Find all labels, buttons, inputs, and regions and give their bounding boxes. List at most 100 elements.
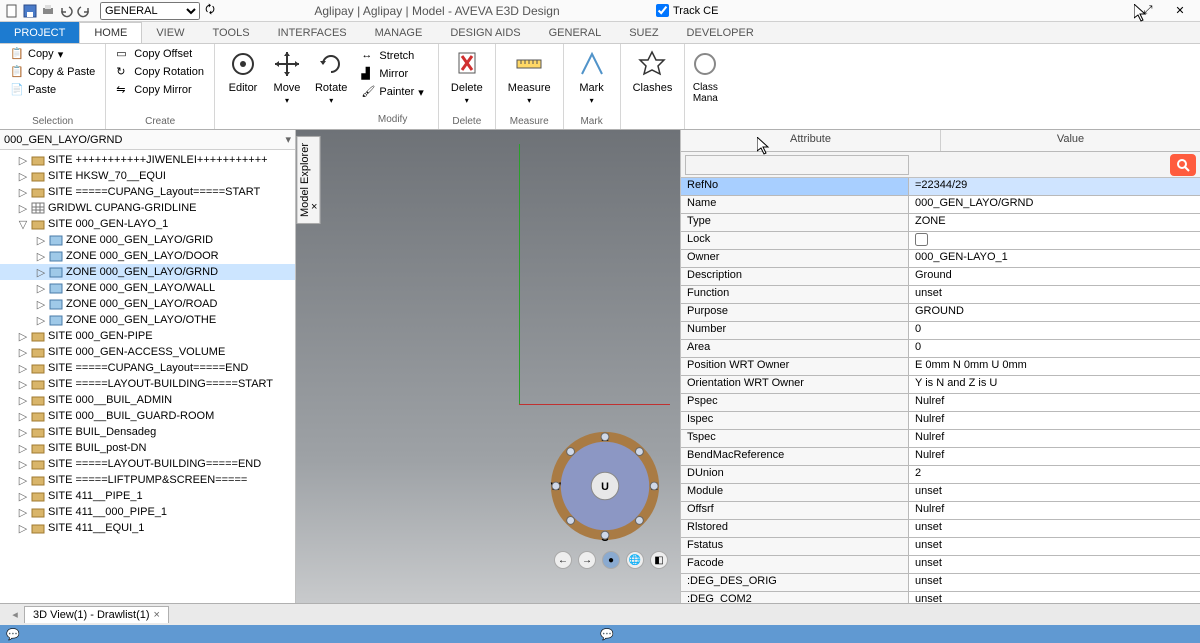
tab-3d-view[interactable]: 3D View(1) - Drawlist(1) × — [24, 606, 169, 623]
property-row[interactable]: Functionunset — [681, 286, 1200, 304]
copy-mirror-button[interactable]: ⇋Copy Mirror — [112, 82, 208, 98]
property-row[interactable]: TypeZONE — [681, 214, 1200, 232]
property-val[interactable]: E 0mm N 0mm U 0mm — [909, 358, 1200, 375]
breadcrumb-input[interactable] — [4, 134, 285, 146]
tree-node[interactable]: ▷SITE +++++++++++JIWENLEI+++++++++++ — [0, 152, 295, 168]
property-val[interactable]: unset — [909, 538, 1200, 555]
tree-expander-icon[interactable]: ▽ — [16, 218, 30, 231]
property-val[interactable]: 0 — [909, 340, 1200, 357]
tree-node[interactable]: ▷SITE 411__EQUI_1 — [0, 520, 295, 536]
property-row[interactable]: Owner000_GEN-LAYO_1 — [681, 250, 1200, 268]
tree-node[interactable]: ▷SITE 000__BUIL_GUARD-ROOM — [0, 408, 295, 424]
tree-expander-icon[interactable]: ▷ — [34, 282, 48, 295]
close-window-icon[interactable]: ✕ — [1168, 3, 1192, 19]
tree-node[interactable]: ▷SITE BUIL_Densadeg — [0, 424, 295, 440]
property-val[interactable]: =22344/29 — [909, 178, 1200, 195]
tabs-prev-icon[interactable]: ◂ — [6, 608, 24, 621]
tree-node[interactable]: ▷GRIDWL CUPANG-GRIDLINE — [0, 200, 295, 216]
tree-node[interactable]: ▷ZONE 000_GEN_LAYO/GRND — [0, 264, 295, 280]
tree-node[interactable]: ▷SITE =====CUPANG_Layout=====END — [0, 360, 295, 376]
lock-checkbox[interactable] — [915, 233, 928, 246]
property-row[interactable]: Facodeunset — [681, 556, 1200, 574]
tree-expander-icon[interactable]: ▷ — [34, 298, 48, 311]
editor-button[interactable]: Editor — [221, 46, 265, 127]
property-val[interactable]: unset — [909, 556, 1200, 573]
property-row[interactable]: BendMacReferenceNulref — [681, 448, 1200, 466]
tree-expander-icon[interactable]: ▷ — [16, 394, 30, 407]
new-icon[interactable] — [4, 3, 20, 19]
property-val[interactable]: 0 — [909, 322, 1200, 339]
tree-node[interactable]: ▷SITE 411__PIPE_1 — [0, 488, 295, 504]
rotate-button[interactable]: Rotate▾ — [309, 46, 353, 127]
view-cube-icon[interactable]: ◧ — [650, 551, 668, 569]
view-prev-icon[interactable]: ← — [554, 551, 572, 569]
ribbon-tab-tools[interactable]: TOOLS — [198, 22, 263, 43]
property-val[interactable]: ZONE — [909, 214, 1200, 231]
ribbon-tab-home[interactable]: HOME — [79, 22, 142, 43]
tree-node[interactable]: ▷ZONE 000_GEN_LAYO/WALL — [0, 280, 295, 296]
property-val[interactable] — [909, 232, 1200, 249]
paste-button[interactable]: 📄Paste — [6, 82, 99, 98]
chevron-down-icon[interactable]: ▾ — [285, 133, 291, 146]
tree-node[interactable]: ▽SITE 000_GEN-LAYO_1 — [0, 216, 295, 232]
tree-expander-icon[interactable]: ▷ — [34, 266, 48, 279]
view-compass[interactable]: U N E S W — [546, 427, 664, 545]
property-row[interactable]: Position WRT OwnerE 0mm N 0mm U 0mm — [681, 358, 1200, 376]
properties-table[interactable]: RefNo=22344/29Name000_GEN_LAYO/GRNDTypeZ… — [681, 178, 1200, 603]
qat-dropdown[interactable]: GENERAL — [100, 2, 200, 20]
tree-expander-icon[interactable]: ▷ — [16, 378, 30, 391]
status-message-icon[interactable]: 💬 — [6, 628, 20, 641]
property-row[interactable]: OffsrfNulref — [681, 502, 1200, 520]
search-button[interactable] — [1170, 154, 1196, 176]
property-row[interactable]: Orientation WRT OwnerY is N and Z is U — [681, 376, 1200, 394]
property-val[interactable]: Ground — [909, 268, 1200, 285]
close-icon[interactable]: × — [311, 201, 317, 213]
property-val[interactable]: unset — [909, 592, 1200, 603]
property-row[interactable]: PspecNulref — [681, 394, 1200, 412]
property-row[interactable]: Area0 — [681, 340, 1200, 358]
tree-expander-icon[interactable]: ▷ — [16, 426, 30, 439]
property-row[interactable]: Moduleunset — [681, 484, 1200, 502]
property-row[interactable]: DescriptionGround — [681, 268, 1200, 286]
property-row[interactable]: TspecNulref — [681, 430, 1200, 448]
tree-node[interactable]: ▷SITE =====LIFTPUMP&SCREEN===== — [0, 472, 295, 488]
stretch-button[interactable]: ↔Stretch — [357, 48, 427, 64]
property-row[interactable]: :DEG_DES_ORIGunset — [681, 574, 1200, 592]
tree-node[interactable]: ▷SITE =====CUPANG_Layout=====START — [0, 184, 295, 200]
property-val[interactable]: 000_GEN_LAYO/GRND — [909, 196, 1200, 213]
property-val[interactable]: Nulref — [909, 412, 1200, 429]
tree-expander-icon[interactable]: ▷ — [16, 522, 30, 535]
model-explorer-tab[interactable]: Model Explorer × — [296, 136, 320, 224]
copy-rotation-button[interactable]: ↻Copy Rotation — [112, 64, 208, 80]
ribbon-tab-developer[interactable]: DEVELOPER — [673, 22, 768, 43]
view-next-icon[interactable]: → — [578, 551, 596, 569]
copy-button[interactable]: 📋Copy ▾ — [6, 46, 99, 62]
tree-expander-icon[interactable]: ▷ — [34, 250, 48, 263]
tree-expander-icon[interactable]: ▷ — [16, 202, 30, 215]
ribbon-tab-general[interactable]: GENERAL — [535, 22, 616, 43]
view-center-icon[interactable]: ● — [602, 551, 620, 569]
property-row[interactable]: RefNo=22344/29 — [681, 178, 1200, 196]
property-val[interactable]: GROUND — [909, 304, 1200, 321]
property-val[interactable]: Nulref — [909, 502, 1200, 519]
ribbon-tab-manage[interactable]: MANAGE — [361, 22, 437, 43]
redo-icon[interactable] — [76, 3, 92, 19]
property-row[interactable]: Fstatusunset — [681, 538, 1200, 556]
save-icon[interactable] — [22, 3, 38, 19]
tree-node[interactable]: ▷ZONE 000_GEN_LAYO/ROAD — [0, 296, 295, 312]
qat-refresh-icon[interactable]: 🗘 — [202, 3, 218, 19]
painter-button[interactable]: 🖌Painter ▾ — [357, 84, 427, 100]
property-val[interactable]: 2 — [909, 466, 1200, 483]
chat-icon[interactable]: 💬 — [600, 628, 614, 641]
property-val[interactable]: Nulref — [909, 394, 1200, 411]
ribbon-tab-suez[interactable]: SUEZ — [615, 22, 672, 43]
ribbon-tab-view[interactable]: VIEW — [142, 22, 198, 43]
property-row[interactable]: Rlstoredunset — [681, 520, 1200, 538]
view-globe-icon[interactable]: 🌐 — [626, 551, 644, 569]
tree-expander-icon[interactable]: ▷ — [16, 362, 30, 375]
ribbon-tab-design aids[interactable]: DESIGN AIDS — [436, 22, 534, 43]
delete-button[interactable]: Delete▾ — [445, 46, 489, 107]
tree-expander-icon[interactable]: ▷ — [34, 234, 48, 247]
tree-expander-icon[interactable]: ▷ — [16, 474, 30, 487]
undo-icon[interactable] — [58, 3, 74, 19]
